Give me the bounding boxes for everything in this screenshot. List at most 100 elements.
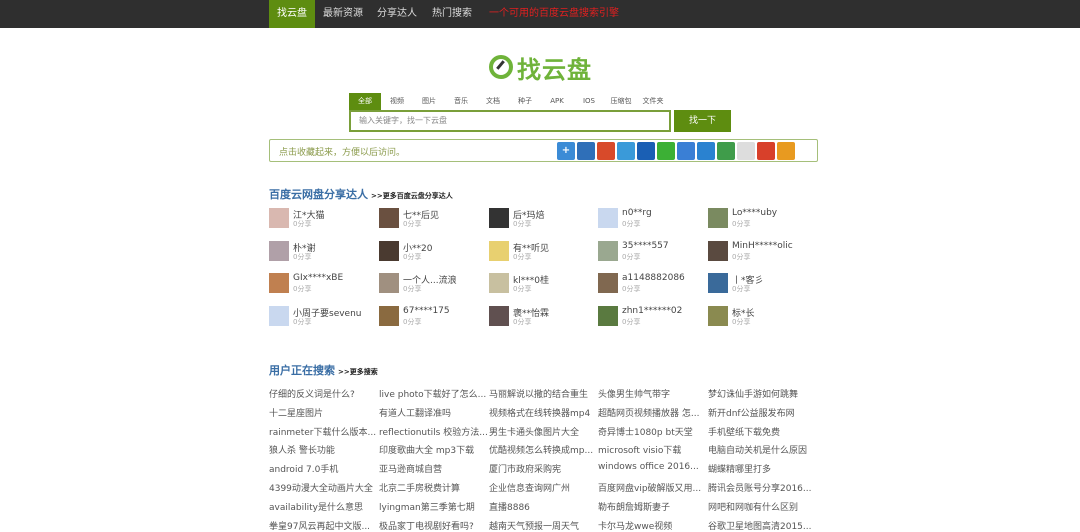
nav-hot-search[interactable]: 热门搜索 [427, 0, 477, 28]
more-sharers-link[interactable]: >>更多百度云盘分享达人 [371, 192, 453, 200]
sharer-name[interactable]: 67****175 [403, 306, 450, 316]
search-query-link[interactable]: rainmeter下载什么版本... [269, 425, 377, 438]
avatar[interactable] [708, 273, 728, 294]
search-query-link[interactable]: availability是什么意思 [269, 500, 377, 513]
search-query-link[interactable]: 男生卡通头像图片大全 [489, 425, 597, 438]
avatar[interactable] [489, 208, 509, 228]
search-query-link[interactable]: 十二星座图片 [269, 406, 377, 419]
renren-icon[interactable] [637, 142, 655, 160]
search-query-link[interactable]: 直播8886 [489, 500, 597, 513]
avatar[interactable] [708, 208, 728, 228]
sharer-name[interactable]: Lo****uby [732, 208, 777, 218]
sharer-item[interactable]: GIx****xBE 0分享 [269, 273, 379, 297]
search-query-link[interactable]: 有道人工翻译准吗 [379, 406, 487, 419]
sharer-name[interactable]: a1148882086 [622, 273, 685, 283]
avatar[interactable] [379, 240, 399, 261]
avatar[interactable] [379, 273, 399, 294]
search-query-link[interactable]: reflectionutils 校验方法... [379, 425, 487, 438]
tab-6[interactable]: APK [541, 93, 573, 110]
copy-icon[interactable] [737, 142, 755, 160]
search-query-link[interactable]: 网吧和网咖有什么区别 [708, 500, 816, 513]
logo[interactable]: 找云盘 [489, 52, 592, 84]
plus-icon[interactable]: + [557, 142, 575, 160]
kaixin-icon[interactable] [777, 142, 795, 160]
search-query-link[interactable]: 北京二手房税费计算 [379, 481, 487, 494]
avatar[interactable] [598, 208, 618, 228]
sharer-item[interactable]: 小**20 0分享 [379, 240, 489, 265]
sharer-item[interactable]: 标*长 0分享 [708, 306, 818, 330]
search-query-link[interactable]: 拳皇97风云再起中文版... [269, 519, 377, 532]
search-query-link[interactable]: android 7.0手机 [269, 462, 377, 475]
search-query-link[interactable]: 仔细的反义词是什么? [269, 387, 377, 400]
tqq-icon[interactable] [617, 142, 635, 160]
avatar[interactable] [269, 240, 289, 261]
sharer-item[interactable]: 丨*客彡 0分享 [708, 273, 818, 297]
sharer-item[interactable]: 一个人...流浪 0分享 [379, 273, 489, 297]
search-query-link[interactable]: 厦门市政府采购宪 [489, 462, 597, 475]
baidu-icon[interactable] [677, 142, 695, 160]
avatar[interactable] [269, 273, 289, 294]
sharer-item[interactable]: 褒**怡霖 0分享 [489, 306, 599, 330]
tab-0[interactable]: 全部 [349, 93, 381, 110]
search-query-link[interactable]: live photo下载好了怎么... [379, 387, 487, 400]
avatar[interactable] [269, 208, 289, 228]
search-query-link[interactable]: 百度网盘vip破解版又用... [598, 481, 706, 494]
search-query-link[interactable]: 亚马逊商城自营 [379, 462, 487, 475]
weibo-icon[interactable] [597, 142, 615, 160]
sharer-item[interactable]: 小周子要sevenu 0分享 [269, 306, 379, 330]
avatar[interactable] [708, 306, 728, 327]
search-query-link[interactable]: 优酷视频怎么转换成mp... [489, 443, 597, 456]
sharer-item[interactable]: zhn1******02 0分享 [598, 306, 708, 330]
search-query-link[interactable]: 奇异博士1080p bt天堂 [598, 425, 706, 438]
xiaoyou-icon[interactable] [757, 142, 775, 160]
douban-icon[interactable] [717, 142, 735, 160]
tab-3[interactable]: 音乐 [445, 93, 477, 110]
avatar[interactable] [379, 208, 399, 228]
search-query-link[interactable]: 电脑自动关机是什么原因 [708, 443, 816, 456]
search-query-link[interactable]: 极品家丁电视剧好看吗? [379, 519, 487, 532]
qq-icon[interactable] [697, 142, 715, 160]
search-query-link[interactable]: 梦幻诛仙手游如何跳舞 [708, 387, 816, 400]
sharer-item[interactable]: 35****557 0分享 [598, 240, 708, 265]
nav-sharers[interactable]: 分享达人 [372, 0, 422, 28]
sharer-name[interactable]: GIx****xBE [293, 273, 343, 283]
search-input[interactable]: 输入关键字，找一下云盘 [349, 110, 671, 132]
sharer-item[interactable]: kl***0桂 0分享 [489, 273, 599, 297]
sharer-item[interactable]: 七**后见 0分享 [379, 208, 489, 232]
avatar[interactable] [598, 273, 618, 294]
tab-8[interactable]: 压缩包 [605, 93, 637, 110]
search-query-link[interactable]: 印度歌曲大全 mp3下载 [379, 443, 487, 456]
avatar[interactable] [379, 306, 399, 327]
tab-7[interactable]: IOS [573, 93, 605, 110]
search-query-link[interactable]: 越南天气预报一周天气 [489, 519, 597, 532]
sharer-item[interactable]: 有**听见 0分享 [489, 240, 599, 265]
nav-home[interactable]: 找云盘 [269, 0, 315, 28]
tab-1[interactable]: 视频 [381, 93, 413, 110]
avatar[interactable] [489, 240, 509, 261]
search-query-link[interactable]: windows office 2016... [598, 462, 706, 472]
sharer-item[interactable]: 67****175 0分享 [379, 306, 489, 330]
search-query-link[interactable]: 马丽解说以撒的结合重生 [489, 387, 597, 400]
tab-9[interactable]: 文件夹 [637, 93, 669, 110]
search-query-link[interactable]: 勒布朗詹姆斯妻子 [598, 500, 706, 513]
avatar[interactable] [598, 306, 618, 327]
sharer-item[interactable]: 后*玛焙 0分享 [489, 208, 599, 232]
tab-4[interactable]: 文档 [477, 93, 509, 110]
search-query-link[interactable]: 腾讯会员账号分享2016... [708, 481, 816, 494]
avatar[interactable] [708, 240, 728, 261]
search-query-link[interactable]: 手机壁纸下载免费 [708, 425, 816, 438]
sharer-name[interactable]: MinH*****olic [732, 241, 793, 251]
search-query-link[interactable]: 蝴蝶精哪里打多 [708, 462, 816, 475]
wechat-icon[interactable] [657, 142, 675, 160]
sharer-item[interactable]: 朴*谢 0分享 [269, 240, 379, 265]
avatar[interactable] [489, 273, 509, 294]
sharer-name[interactable]: n0**rg [622, 208, 652, 218]
avatar[interactable] [489, 306, 509, 327]
nav-latest[interactable]: 最新资源 [318, 0, 368, 28]
sharer-name[interactable]: zhn1******02 [622, 306, 682, 316]
sharer-item[interactable]: a1148882086 0分享 [598, 273, 708, 297]
search-query-link[interactable]: 谷歌卫星地图高清2015... [708, 519, 816, 532]
sharer-item[interactable]: MinH*****olic 0分享 [708, 240, 818, 265]
search-query-link[interactable]: microsoft visio下载 [598, 443, 706, 456]
more-searches-link[interactable]: >>更多搜索 [338, 368, 378, 376]
